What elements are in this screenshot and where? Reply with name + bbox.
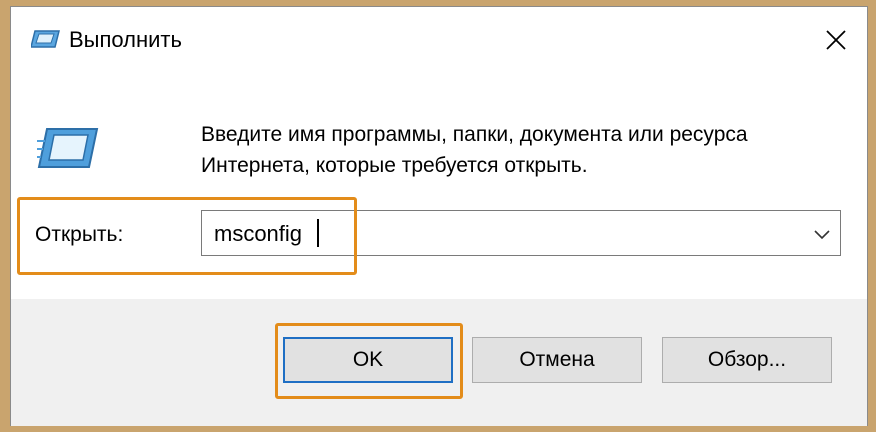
button-bar: OK Отмена Обзор... <box>11 299 867 426</box>
cancel-button[interactable]: Отмена <box>472 337 642 383</box>
text-caret <box>317 219 319 247</box>
open-input[interactable]: msconfig <box>214 221 302 247</box>
chevron-down-icon[interactable] <box>814 227 830 245</box>
prompt-line-1: Введите имя программы, папки, документа … <box>201 123 748 146</box>
browse-button[interactable]: Обзор... <box>662 337 832 383</box>
open-label: Открыть: <box>35 223 124 246</box>
open-combobox[interactable]: msconfig <box>201 210 841 256</box>
prompt-text: Введите имя программы, папки, документа … <box>201 119 748 181</box>
prompt-line-2: Интернета, которые требуется открыть. <box>201 154 588 177</box>
run-app-icon <box>30 29 61 54</box>
window-title: Выполнить <box>69 27 182 52</box>
run-dialog: Выполнить Введите имя программы, папки, … <box>10 6 868 426</box>
close-button[interactable] <box>821 25 851 55</box>
close-icon <box>826 30 846 50</box>
title-bar: Выполнить <box>11 7 867 71</box>
run-program-icon <box>37 127 99 176</box>
ok-button[interactable]: OK <box>283 337 453 383</box>
